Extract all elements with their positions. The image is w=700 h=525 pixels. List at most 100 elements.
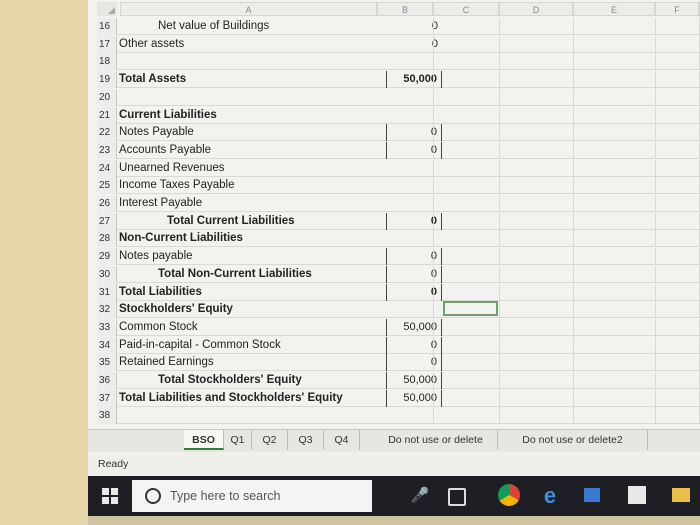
store-bag-icon[interactable] bbox=[628, 486, 646, 504]
task-view-icon[interactable] bbox=[448, 488, 466, 506]
row-number[interactable]: 16 bbox=[97, 18, 117, 35]
cell-a-label[interactable]: Retained Earnings bbox=[119, 354, 214, 371]
row-number[interactable]: 23 bbox=[97, 141, 117, 159]
store-icon[interactable] bbox=[584, 488, 600, 502]
cortana-icon bbox=[145, 488, 161, 504]
gridline bbox=[499, 301, 500, 319]
file-explorer-icon[interactable] bbox=[672, 488, 690, 502]
sheet-tab[interactable]: BSO bbox=[184, 430, 224, 450]
cell-a-label[interactable]: Interest Payable bbox=[119, 195, 202, 212]
row-number[interactable]: 35 bbox=[97, 354, 117, 372]
gridline bbox=[655, 301, 656, 319]
gridline bbox=[655, 106, 656, 124]
gridline bbox=[573, 407, 574, 425]
row-number[interactable]: 30 bbox=[97, 265, 117, 283]
sheet-tab[interactable]: Q4 bbox=[324, 430, 360, 450]
row-number[interactable]: 21 bbox=[97, 106, 117, 124]
gridline bbox=[655, 407, 656, 425]
gridline bbox=[655, 71, 656, 89]
sheet-tab[interactable]: Do not use or delete bbox=[374, 430, 498, 450]
status-text: Ready bbox=[98, 458, 129, 470]
cell-a-label[interactable]: Unearned Revenues bbox=[119, 160, 225, 177]
column-header-b[interactable]: B bbox=[377, 2, 433, 16]
cell-a-label[interactable]: Total Assets bbox=[119, 71, 186, 88]
row-number[interactable]: 28 bbox=[97, 230, 117, 248]
column-header-e[interactable]: E bbox=[573, 2, 655, 16]
cell-a-label[interactable]: Total Current Liabilities bbox=[167, 213, 295, 230]
column-header-d[interactable]: D bbox=[499, 2, 573, 16]
spreadsheet-row: 33 Common Stock 50,000 bbox=[97, 318, 700, 336]
column-header-c[interactable]: C bbox=[433, 2, 499, 16]
row-number[interactable]: 33 bbox=[97, 318, 117, 336]
row-number[interactable]: 22 bbox=[97, 124, 117, 142]
gridline bbox=[433, 18, 434, 35]
row-number[interactable]: 38 bbox=[97, 407, 117, 425]
gridline bbox=[573, 53, 574, 71]
row-number[interactable]: 19 bbox=[97, 71, 117, 89]
gridline bbox=[433, 230, 434, 248]
row-number[interactable]: 25 bbox=[97, 177, 117, 195]
column-header-a[interactable]: A bbox=[120, 2, 377, 16]
chrome-icon[interactable] bbox=[498, 484, 520, 506]
gridline bbox=[499, 159, 500, 177]
cell-a-label[interactable]: Notes payable bbox=[119, 248, 193, 265]
gridline bbox=[433, 159, 434, 177]
cell-a-label[interactable]: Total Liabilities bbox=[119, 284, 202, 301]
row-number[interactable]: 27 bbox=[97, 212, 117, 230]
sheet-tab[interactable]: Do not use or delete2 bbox=[498, 430, 648, 450]
cell-a-label[interactable]: Total Liabilities and Stockholders' Equi… bbox=[119, 390, 343, 407]
row-number[interactable]: 24 bbox=[97, 159, 117, 177]
cell-a-label[interactable]: Other assets bbox=[119, 36, 184, 53]
cell-a-label[interactable]: Net value of Buildings bbox=[158, 18, 269, 35]
row-number[interactable]: 34 bbox=[97, 336, 117, 354]
gridline bbox=[499, 124, 500, 142]
gridline bbox=[655, 35, 656, 53]
gridline bbox=[499, 248, 500, 266]
edge-icon[interactable]: e bbox=[540, 485, 560, 507]
cell-a-label[interactable]: Current Liabilities bbox=[119, 107, 217, 124]
gridline bbox=[499, 195, 500, 212]
taskbar-search-box[interactable]: Type here to search bbox=[132, 480, 372, 512]
row-number[interactable]: 18 bbox=[97, 53, 117, 71]
row-number[interactable]: 17 bbox=[97, 35, 117, 53]
row-number[interactable]: 36 bbox=[97, 372, 117, 389]
cell-a-label[interactable]: Income Taxes Payable bbox=[119, 177, 235, 194]
cell-a-label[interactable]: Non-Current Liabilities bbox=[119, 230, 243, 247]
cell-a-label[interactable]: Paid-in-capital - Common Stock bbox=[119, 337, 281, 354]
cell-a-label[interactable]: Total Non-Current Liabilities bbox=[158, 266, 312, 283]
cell-a-label[interactable]: Notes Payable bbox=[119, 124, 194, 141]
gridline bbox=[499, 106, 500, 124]
row-number[interactable]: 32 bbox=[97, 301, 117, 319]
windows-start-icon[interactable] bbox=[102, 488, 118, 504]
spreadsheet-row: 16 Net value of Buildings 0 bbox=[97, 18, 700, 35]
spreadsheet-row: 31Total Liabilities0 bbox=[97, 283, 700, 301]
gridline bbox=[655, 18, 656, 35]
cell-a-label[interactable]: Total Stockholders' Equity bbox=[158, 372, 302, 389]
gridline bbox=[433, 124, 434, 142]
gridline bbox=[433, 301, 434, 319]
gridline bbox=[433, 106, 434, 124]
select-all-corner[interactable] bbox=[97, 2, 117, 16]
gridline bbox=[655, 124, 656, 142]
cell-a-label[interactable]: Accounts Payable bbox=[119, 142, 211, 159]
cell-a-label[interactable]: Common Stock bbox=[119, 319, 198, 336]
row-number[interactable]: 20 bbox=[97, 88, 117, 106]
gridline bbox=[499, 88, 500, 106]
selected-cell[interactable] bbox=[443, 301, 498, 316]
sheet-tab[interactable]: Q1 bbox=[224, 430, 252, 450]
spreadsheet-row: 28 Non-Current Liabilities bbox=[97, 230, 700, 248]
row-number[interactable]: 31 bbox=[97, 283, 117, 301]
screen-bezel bbox=[88, 516, 700, 525]
gridline bbox=[573, 159, 574, 177]
gridline bbox=[499, 265, 500, 283]
column-header-f[interactable]: F bbox=[655, 2, 699, 16]
cell-a-label[interactable]: Stockholders' Equity bbox=[119, 301, 233, 318]
row-number[interactable]: 29 bbox=[97, 248, 117, 266]
row-number[interactable]: 26 bbox=[97, 195, 117, 212]
gridline bbox=[573, 389, 574, 407]
sheet-tab[interactable]: Q2 bbox=[252, 430, 288, 450]
microphone-icon[interactable]: 🎤 bbox=[410, 486, 430, 506]
row-number[interactable]: 37 bbox=[97, 389, 117, 407]
gridline bbox=[573, 336, 574, 354]
sheet-tab[interactable]: Q3 bbox=[288, 430, 324, 450]
